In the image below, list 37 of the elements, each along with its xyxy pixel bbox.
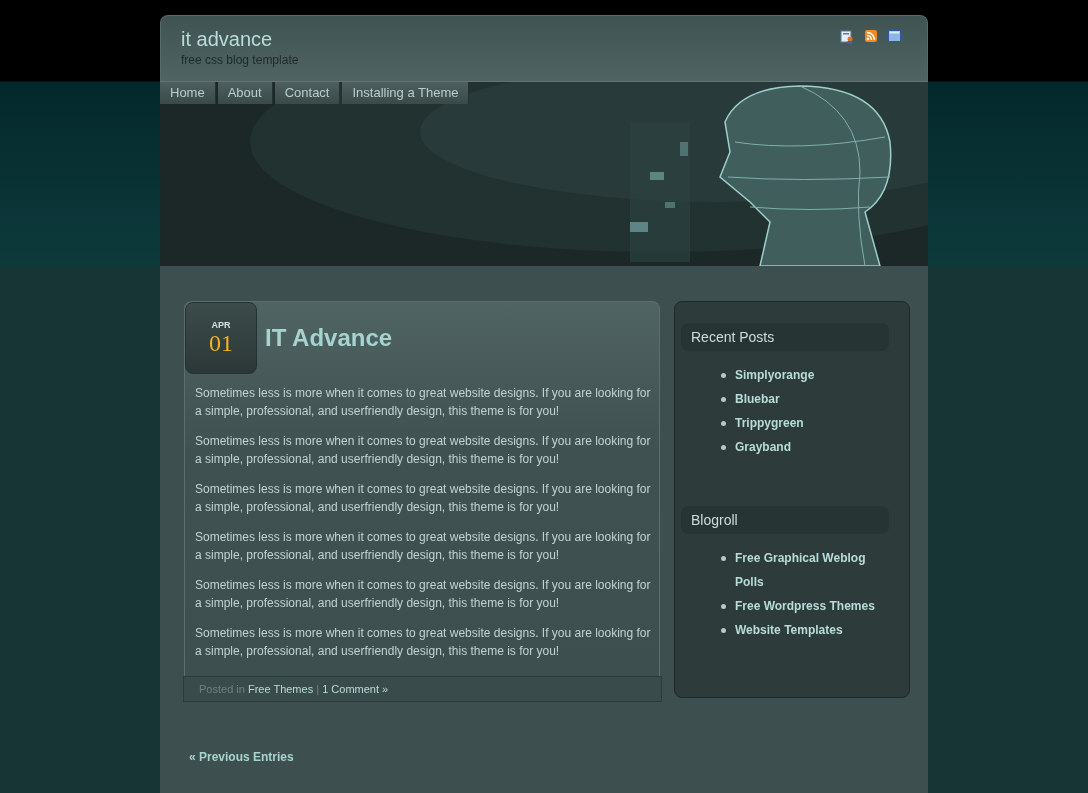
widget-heading: Blogroll [681,506,889,534]
rss-icon[interactable] [865,30,877,42]
sidebar-link[interactable]: Free Wordpress Themes [735,594,875,618]
bullet-icon [721,421,726,426]
bullet-icon [721,628,726,633]
post-title[interactable]: IT Advance [265,324,393,352]
widget-heading: Recent Posts [681,323,889,351]
previous-entries-link[interactable]: « Previous Entries [189,750,294,764]
sidebar-link[interactable]: Grayband [735,435,791,459]
sidebar-link[interactable]: Simplyorange [735,363,815,387]
sidebar-link[interactable]: Bluebar [735,387,780,411]
post-paragraph: Sometimes less is more when it comes to great website designs. If you are looking for a simple, professional, and userfriendly design, this theme is for you! [195,481,651,516]
bullet-icon [721,373,726,378]
separator: | [316,683,320,695]
sidebar-link[interactable]: Trippygreen [735,411,804,435]
bullet-icon [721,397,726,402]
nav-tab[interactable]: Installing a Theme [342,82,470,104]
nav-tab[interactable]: About [217,82,273,104]
sidebar-link[interactable]: Free Graphical Weblog Polls [735,546,889,594]
window-icon[interactable] [888,30,901,42]
site-title[interactable]: it advance [181,26,299,52]
post-paragraph: Sometimes less is more when it comes to great website designs. If you are looking for a simple, professional, and userfriendly design, this theme is for you! [195,625,651,660]
bullet-icon [721,556,726,561]
comments-link[interactable]: 1 Comment » [322,683,389,695]
bullet-icon [721,445,726,450]
user-document-icon[interactable] [840,30,854,44]
category-link[interactable]: Free Themes [247,683,314,695]
nav-tab[interactable]: Contact [274,82,341,104]
sidebar-link[interactable]: Website Templates [735,618,843,642]
nav-tab[interactable]: Home [160,82,216,104]
post-paragraph: Sometimes less is more when it comes to great website designs. If you are looking for a simple, professional, and userfriendly design, this theme is for you! [195,577,651,612]
post-paragraph: Sometimes less is more when it comes to great website designs. If you are looking for a simple, professional, and userfriendly design, this theme is for you! [195,433,651,468]
date-month: APR [211,320,231,330]
post-paragraph: Sometimes less is more when it comes to great website designs. If you are looking for a simple, professional, and userfriendly design, this theme is for you! [195,529,651,564]
post-paragraph: Sometimes less is more when it comes to great website designs. If you are looking for a simple, professional, and userfriendly design, this theme is for you! [195,385,651,420]
date-day: 01 [209,330,233,356]
bullet-icon [721,604,726,609]
